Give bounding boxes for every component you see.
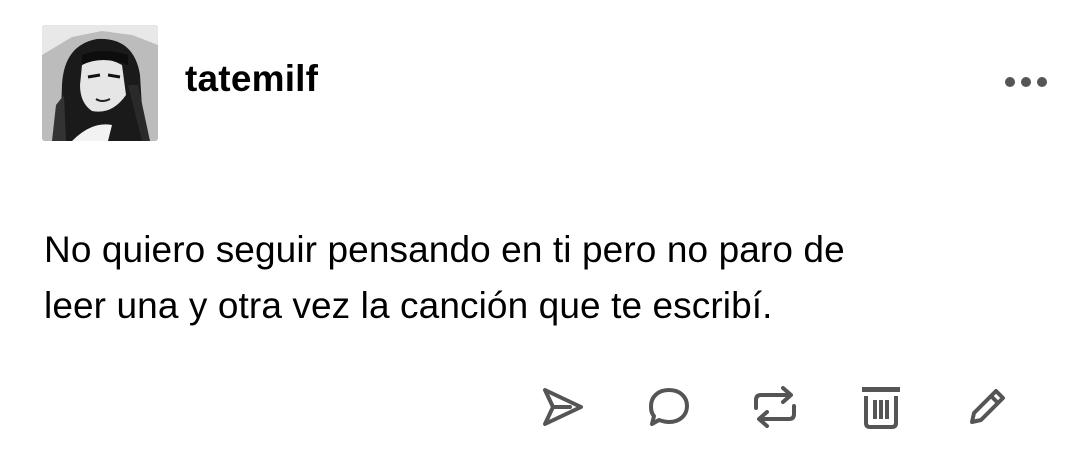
trash-icon [862,387,900,429]
edit-icon [970,389,1005,424]
reply-button[interactable] [638,376,700,438]
more-options-button[interactable] [1000,65,1052,99]
username[interactable]: tatemilf [185,55,318,103]
post-actions [520,376,1020,438]
edit-button[interactable] [956,376,1018,438]
reblog-icon [754,386,796,428]
post-text-line: leer una y otra vez la canción que te es… [44,285,773,326]
post-header: tatemilf [42,25,1052,141]
reply-icon [649,388,689,426]
avatar-image [42,25,158,141]
reblog-button[interactable] [744,376,806,438]
post-card: tatemilf No quiero seguir pensando en ti… [0,0,1080,460]
post-text-line: No quiero seguir pensando en ti pero no … [44,229,845,270]
send-button[interactable] [532,376,594,438]
post-text: No quiero seguir pensando en ti pero no … [44,222,1044,334]
send-icon [543,388,583,426]
delete-button[interactable] [850,376,912,438]
ellipsis-icon [1005,77,1047,87]
avatar[interactable] [42,25,158,141]
